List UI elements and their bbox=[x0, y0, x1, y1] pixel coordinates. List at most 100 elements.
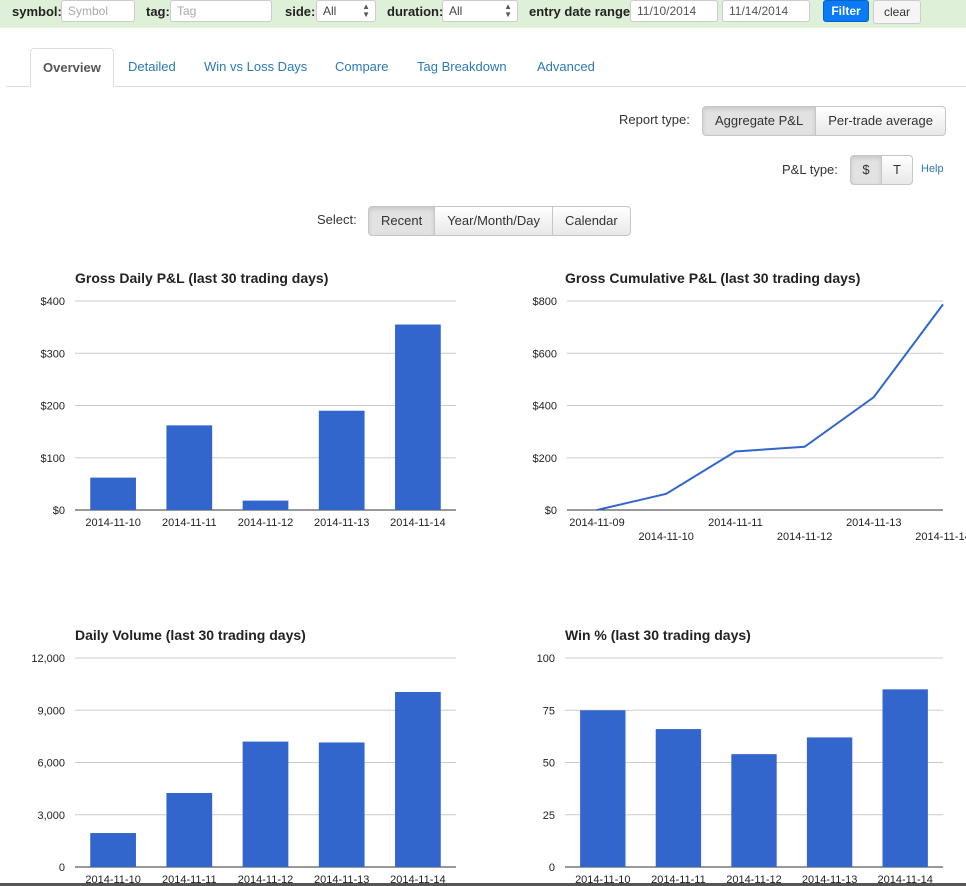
chart-title-daily-volume: Daily Volume (last 30 trading days) bbox=[75, 627, 306, 643]
report-type-group: Aggregate P&L Per-trade average bbox=[702, 106, 946, 136]
tab-win-vs-loss-days[interactable]: Win vs Loss Days bbox=[192, 48, 319, 86]
tab-detailed[interactable]: Detailed bbox=[116, 48, 188, 86]
bar bbox=[242, 500, 289, 510]
x-tick-label: 2014-11-13 bbox=[802, 874, 857, 883]
tab-tag-breakdown[interactable]: Tag Breakdown bbox=[405, 48, 519, 86]
pl-type-t-button[interactable]: T bbox=[881, 155, 913, 185]
x-tick-label: 2014-11-14 bbox=[915, 531, 966, 543]
duration-select-value: All bbox=[449, 4, 463, 18]
y-tick-label: 0 bbox=[549, 862, 555, 874]
x-tick-label: 2014-11-14 bbox=[390, 517, 445, 529]
x-tick-label: 2014-11-14 bbox=[877, 874, 932, 883]
chart-title-gross-cumulative-pl: Gross Cumulative P&L (last 30 trading da… bbox=[565, 270, 861, 286]
x-tick-label: 2014-11-11 bbox=[162, 874, 217, 883]
x-tick-label: 2014-11-14 bbox=[390, 874, 445, 883]
daily-volume-chart: 0 3,000 6,000 9,000 12,000 2014-11-10 2014-11-… bbox=[31, 653, 456, 883]
y-tick-label: 100 bbox=[537, 653, 555, 665]
x-tick-label: 2014-11-09 bbox=[569, 517, 624, 529]
tag-label: tag: bbox=[146, 4, 170, 19]
chart-title-gross-daily-pl: Gross Daily P&L (last 30 trading days) bbox=[75, 270, 329, 286]
side-select[interactable]: All ▲ ▼ bbox=[316, 0, 376, 22]
bar bbox=[318, 742, 365, 867]
pl-type-group: $ T bbox=[850, 155, 913, 185]
select-group: Recent Year/Month/Day Calendar bbox=[368, 206, 631, 236]
y-tick-label: 6,000 bbox=[37, 758, 65, 770]
updown-arrows-icon: ▲ ▼ bbox=[362, 2, 370, 19]
y-tick-label: 50 bbox=[543, 758, 555, 770]
per-trade-average-button[interactable]: Per-trade average bbox=[815, 106, 946, 136]
y-tick-label: $0 bbox=[53, 505, 65, 517]
bar bbox=[580, 710, 626, 867]
pl-type-label: P&L type: bbox=[782, 162, 838, 177]
duration-label: duration: bbox=[387, 4, 444, 19]
y-tick-label: 75 bbox=[543, 705, 555, 717]
y-tick-label: $0 bbox=[545, 505, 557, 517]
y-tick-label: $600 bbox=[533, 348, 557, 360]
aggregate-pl-button[interactable]: Aggregate P&L bbox=[702, 106, 817, 136]
duration-select[interactable]: All ▲ ▼ bbox=[442, 0, 518, 22]
recent-button[interactable]: Recent bbox=[368, 206, 436, 236]
bar bbox=[318, 410, 365, 510]
tab-advanced[interactable]: Advanced bbox=[525, 48, 607, 86]
pl-type-dollar-button[interactable]: $ bbox=[850, 155, 882, 185]
bar bbox=[90, 833, 136, 867]
bar bbox=[395, 691, 441, 867]
x-tick-label: 2014-11-12 bbox=[238, 517, 293, 529]
y-tick-label: $400 bbox=[41, 296, 65, 308]
date-from-input[interactable] bbox=[630, 0, 718, 22]
year-month-day-button[interactable]: Year/Month/Day bbox=[434, 206, 553, 236]
x-tick-label: 2014-11-10 bbox=[85, 517, 140, 529]
y-tick-label: $300 bbox=[41, 348, 65, 360]
bar bbox=[806, 737, 853, 867]
x-tick-label: 2014-11-12 bbox=[238, 874, 293, 883]
symbol-input[interactable] bbox=[61, 0, 135, 22]
y-tick-label: 25 bbox=[543, 810, 555, 822]
bar bbox=[166, 425, 213, 510]
gross-cumulative-pl-chart: $0 $200 $400 $600 $800 2014-11-09 2014-11-10 20… bbox=[533, 296, 966, 543]
bar bbox=[242, 741, 289, 867]
side-select-value: All bbox=[323, 4, 337, 18]
bar bbox=[166, 792, 213, 867]
series-line bbox=[596, 303, 944, 511]
tag-input[interactable] bbox=[170, 0, 272, 22]
bar bbox=[395, 324, 441, 510]
bar bbox=[882, 689, 928, 867]
gross-daily-pl-chart: $0 $100 $200 $300 $400 2014-11-10 2014-11-11 20… bbox=[41, 296, 456, 529]
y-tick-label: 9,000 bbox=[37, 705, 65, 717]
date-to-input[interactable] bbox=[722, 0, 810, 22]
x-tick-label: 2014-11-13 bbox=[846, 517, 901, 529]
y-tick-label: $200 bbox=[41, 401, 65, 413]
clear-button[interactable]: clear bbox=[873, 0, 921, 24]
select-label: Select: bbox=[317, 212, 357, 227]
tab-compare[interactable]: Compare bbox=[323, 48, 400, 86]
y-tick-label: $200 bbox=[533, 453, 557, 465]
win-pct-chart: 0 25 50 75 100 2014-11-10 2014-11-11 2014-11-12… bbox=[537, 653, 943, 883]
y-tick-label: $100 bbox=[41, 453, 65, 465]
y-tick-label: $800 bbox=[533, 296, 557, 308]
tab-bar: Overview Detailed Win vs Loss Days Compa… bbox=[6, 48, 966, 87]
date-range-label: entry date range: bbox=[529, 4, 635, 19]
calendar-button[interactable]: Calendar bbox=[551, 206, 631, 236]
symbol-label: symbol: bbox=[12, 4, 62, 19]
x-tick-label: 2014-11-13 bbox=[314, 517, 369, 529]
x-tick-label: 2014-11-12 bbox=[777, 531, 832, 543]
updown-arrows-icon: ▲ ▼ bbox=[504, 2, 512, 19]
help-link[interactable]: Help bbox=[921, 163, 944, 175]
side-label: side: bbox=[285, 4, 316, 19]
x-tick-label: 2014-11-11 bbox=[162, 517, 217, 529]
x-tick-label: 2014-11-11 bbox=[708, 517, 763, 529]
filter-bar: symbol: tag: side: All ▲▼ duration: All … bbox=[0, 0, 966, 28]
y-tick-label: 0 bbox=[59, 862, 65, 874]
y-tick-label: 3,000 bbox=[37, 810, 65, 822]
bar bbox=[731, 754, 777, 867]
x-tick-label: 2014-11-10 bbox=[638, 531, 693, 543]
report-type-label: Report type: bbox=[619, 112, 690, 127]
y-tick-label: $400 bbox=[533, 401, 557, 413]
x-tick-label: 2014-11-10 bbox=[575, 874, 630, 883]
tab-overview[interactable]: Overview bbox=[30, 48, 114, 87]
y-tick-label: 12,000 bbox=[31, 653, 65, 665]
bar bbox=[655, 729, 702, 867]
chart-title-win-pct: Win % (last 30 trading days) bbox=[565, 627, 751, 643]
bar bbox=[90, 477, 136, 510]
filter-button[interactable]: Filter bbox=[823, 0, 869, 22]
